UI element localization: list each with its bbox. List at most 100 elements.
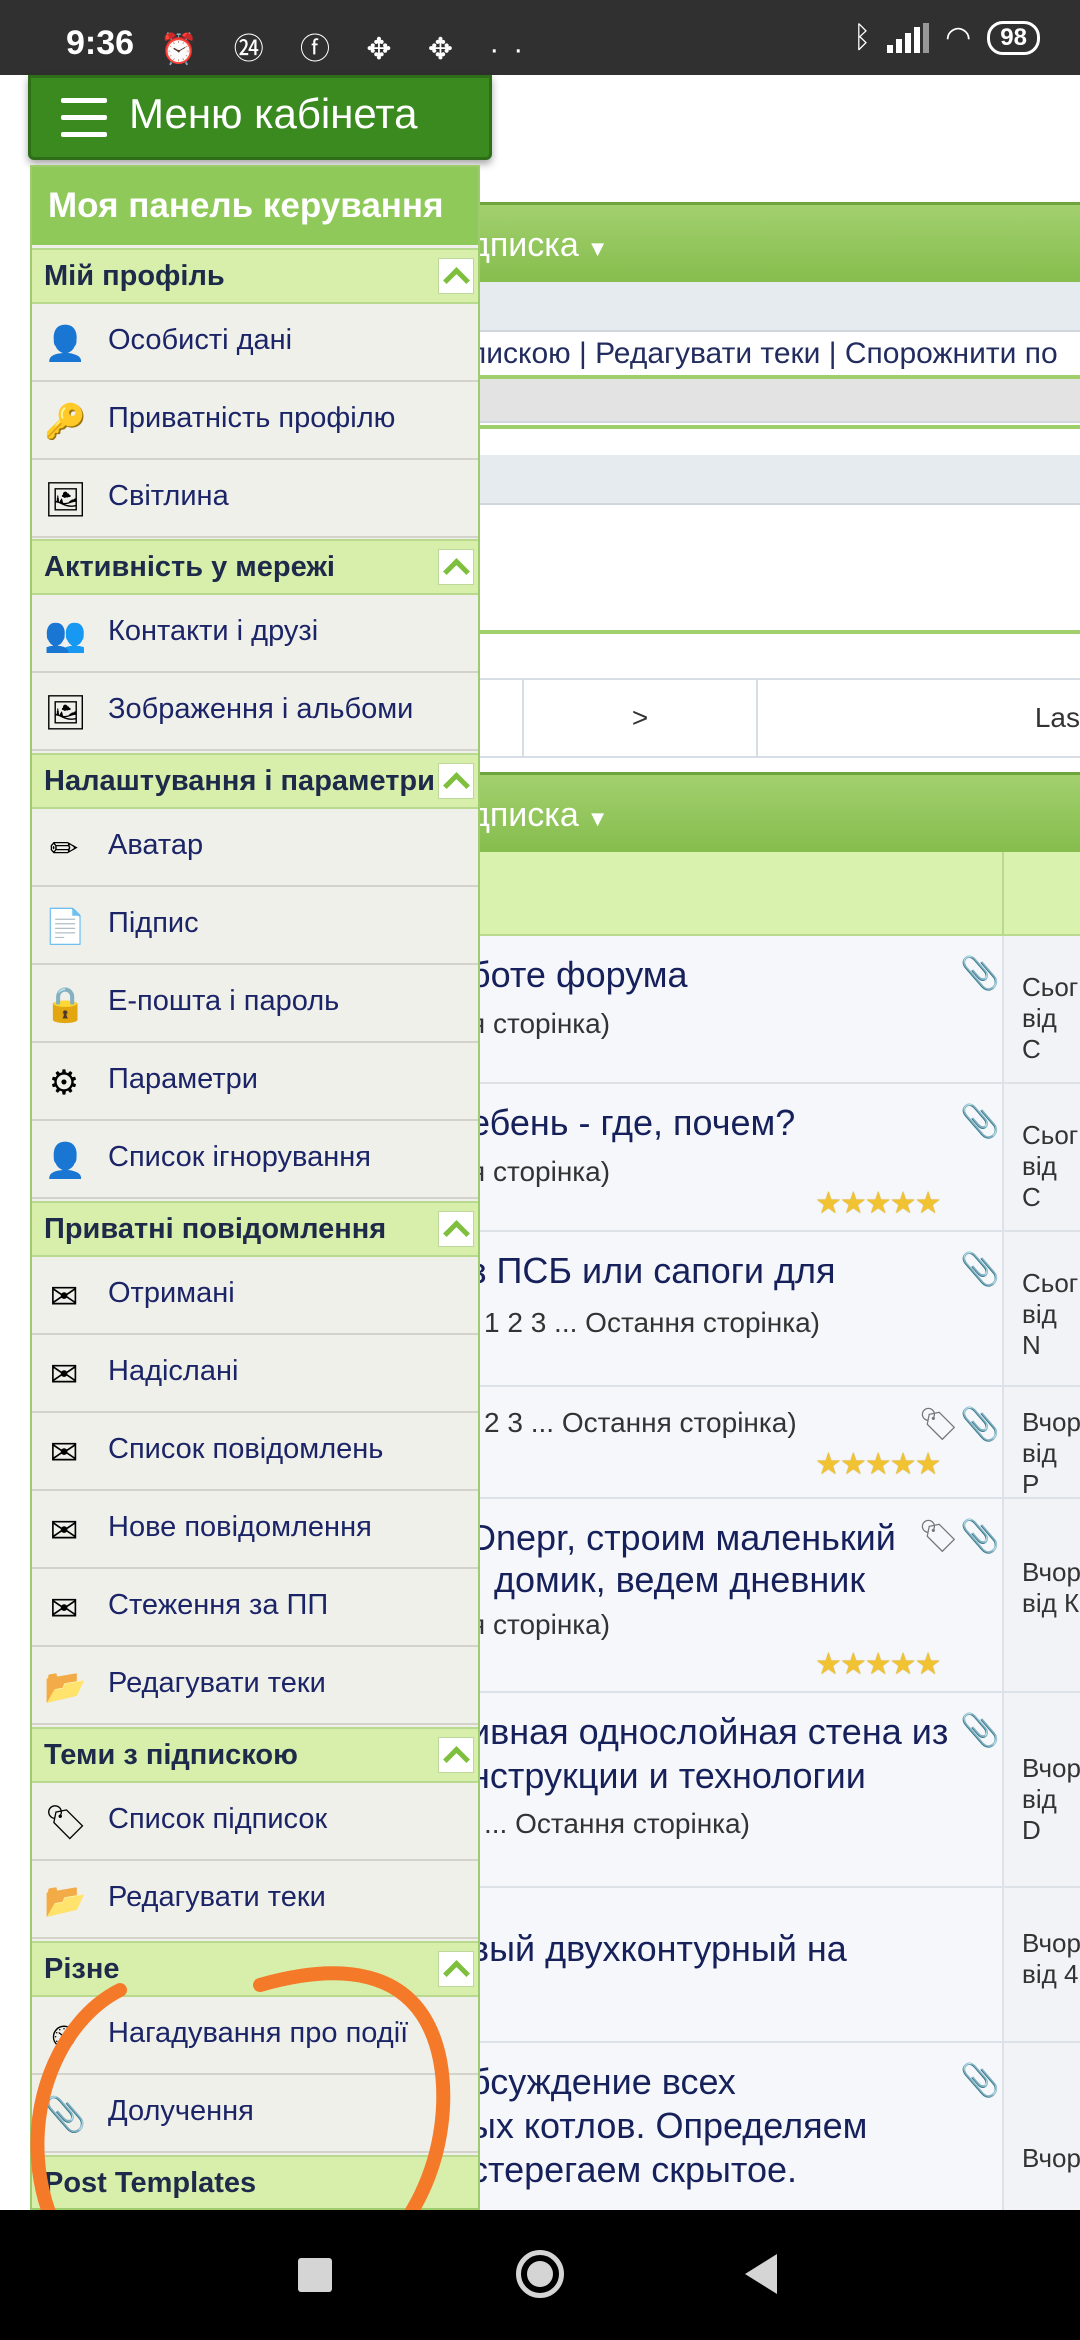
menu-item-pm-tracking[interactable]: ✉ Стеження за ПП [32, 1569, 478, 1647]
menu-item-new-message[interactable]: ✉ Нове повідомлення [32, 1491, 478, 1569]
thread-row[interactable]: бсуждение всех ых котлов. Определяем сте… [470, 2043, 1080, 2223]
pagination-row: > Las [470, 678, 1080, 758]
stripe [470, 282, 1080, 332]
envelope-icon: ✉ [49, 1278, 79, 1316]
home-icon[interactable] [516, 2250, 564, 2298]
divider [470, 375, 1080, 379]
rating-stars-icon: ★★★★★ [815, 1648, 941, 1681]
menu-item-ignore-list[interactable]: 👤 Список ігнорування [32, 1121, 478, 1199]
menu-item-edit-folders[interactable]: 📂 Редагувати теки [32, 1861, 478, 1939]
section-subscribed-threads: Теми з підпискою [32, 1727, 478, 1783]
collapse-icon[interactable] [438, 1737, 474, 1773]
status-bar: 9:36 ⏰ ㉔ ⓕ ✥ ✥ ·· ᛒ ◠ 98 [0, 0, 1080, 75]
document-icon: 📄 [44, 908, 87, 946]
menu-item-avatar[interactable]: ✏ Аватар [32, 809, 478, 887]
section-settings: Налаштування і параметри [32, 753, 478, 809]
lock-icon: 🔒 [44, 986, 87, 1024]
collapse-icon[interactable] [438, 258, 474, 294]
section-private-messages: Приватні повідомлення [32, 1201, 478, 1257]
battery-icon: 98 [987, 20, 1040, 55]
menu-item-profile-privacy[interactable]: 🔑 Приватність профілю [32, 382, 478, 460]
section-misc: Різне [32, 1941, 478, 1997]
stripe [470, 375, 1080, 423]
divider [470, 630, 1080, 634]
image-icon: 🖼 [44, 694, 88, 732]
control-panel-menu: Моя панель керування Мій профіль 👤 Особи… [30, 165, 480, 2210]
collapse-icon[interactable] [438, 763, 474, 799]
attachment-icon: 📎 [960, 1518, 1000, 1554]
status-time: 9:36 [66, 24, 135, 62]
back-icon[interactable] [745, 2254, 777, 2294]
column-header [470, 852, 1080, 936]
reminder-icon: ⏲ [50, 2018, 78, 2056]
envelope-new-icon: ✉ [49, 1512, 79, 1550]
envelope-open-icon: ✉ [49, 1434, 79, 1472]
collapse-icon[interactable] [438, 1951, 474, 1987]
envelope-sent-icon: ✉ [49, 1356, 79, 1394]
menu-item-edit-folders[interactable]: 📂 Редагувати теки [32, 1647, 478, 1725]
thread-row[interactable]: Dnepr, строим маленький домик, ведем дне… [470, 1499, 1080, 1693]
notification-icons: ⏰ ㉔ ⓕ ✥ ✥ ·· [160, 33, 538, 66]
recent-apps-icon[interactable] [298, 2258, 332, 2292]
section-post-templates: Post Templates [32, 2155, 478, 2208]
menu-item-event-reminders[interactable]: ⏲ Нагадування про події [32, 1997, 478, 2075]
last-page-link[interactable]: Las [756, 680, 1080, 756]
menu-item-email-password[interactable]: 🔒 E-пошта і пароль [32, 965, 478, 1043]
photo-icon: 🖼 [44, 481, 88, 519]
menu-item-sent[interactable]: ✉ Надіслані [32, 1335, 478, 1413]
thread-row[interactable]: боте форума я сторінка) 📎 Сьог від С [470, 936, 1080, 1084]
folder-icon: 📂 [44, 1882, 87, 1920]
menu-item-inbox[interactable]: ✉ Отримані [32, 1257, 478, 1335]
menu-item-signature[interactable]: 📄 Підпис [32, 887, 478, 965]
menu-item-images-albums[interactable]: 🖼 Зображення і альбоми [32, 673, 478, 751]
collapse-icon[interactable] [438, 549, 474, 585]
rating-stars-icon: ★★★★★ [815, 1187, 941, 1220]
divider [470, 425, 1080, 429]
gear-icon: ⚙ [48, 1064, 80, 1102]
paperclip-icon: 📎 [44, 2096, 87, 2134]
menu-item-contacts-friends[interactable]: 👥 Контакти і друзі [32, 595, 478, 673]
thread-row[interactable]: з ПСБ или сапоги для 1 2 3 ... Остання с… [470, 1232, 1080, 1387]
attachment-icon: 📎 [960, 1712, 1000, 1748]
menu-item-options[interactable]: ⚙ Параметри [32, 1043, 478, 1121]
rating-stars-icon: ★★★★★ [815, 1448, 941, 1481]
thread-row[interactable]: ивная однослойная стена из нструкции и т… [470, 1693, 1080, 1888]
envelope-track-icon: ✉ [49, 1590, 79, 1628]
wifi-icon: ◠ [945, 21, 972, 54]
tag-icon: 🏷 [918, 1518, 959, 1554]
menu-item-personal-data[interactable]: 👤 Особисті дані [32, 304, 478, 382]
subscription-links[interactable]: пискою | Редагувати теки | Спорожнити по [470, 337, 1080, 371]
next-page-link[interactable]: > [522, 680, 756, 756]
thread-row[interactable]: 2 3 ... Остання сторінка) 🏷 📎 ★★★★★ Вчор… [470, 1387, 1080, 1499]
menu-item-attachments[interactable]: 📎 Долучення [32, 2075, 478, 2153]
collapse-icon[interactable] [438, 1211, 474, 1247]
tag-icon: 🏷 [918, 1406, 959, 1442]
status-right: ᛒ ◠ 98 [853, 20, 1040, 55]
attachment-icon: 📎 [960, 1103, 1000, 1139]
system-nav-bar [0, 2210, 1080, 2340]
attachment-icon: 📎 [960, 1251, 1000, 1287]
user-icon: 👤 [44, 325, 87, 363]
menu-item-subscription-list[interactable]: 🏷 Список підписок [32, 1783, 478, 1861]
subscription-bar-2[interactable]: дписка ▼ [470, 772, 1080, 852]
thread-row[interactable]: ебень - где, почем? я сторінка) 📎 ★★★★★ … [470, 1084, 1080, 1232]
subscription-bar-1[interactable]: дписка ▼ [470, 202, 1080, 282]
menu-item-message-list[interactable]: ✉ Список повідомлень [32, 1413, 478, 1491]
attachment-icon: 📎 [960, 2062, 1000, 2098]
thread-row[interactable]: вый двухконтурный на Вчор від 4 [470, 1888, 1080, 2043]
attachment-icon: 📎 [960, 955, 1000, 991]
signal-icon [887, 22, 930, 53]
hamburger-icon [61, 98, 107, 138]
menu-item-photo[interactable]: 🖼 Світлина [32, 460, 478, 538]
folder-icon: 📂 [44, 1668, 87, 1706]
stripe [470, 455, 1080, 505]
section-network-activity: Активність у мережі [32, 539, 478, 595]
cabinet-menu-button[interactable]: Меню кабінета [28, 75, 492, 160]
user-blocked-icon: 👤 [44, 1142, 87, 1180]
contacts-icon: 👥 [44, 616, 87, 654]
bluetooth-icon: ᛒ [853, 20, 872, 54]
panel-title: Моя панель керування [32, 167, 478, 245]
dropdown-icon: ▼ [586, 806, 609, 831]
attachment-icon: 📎 [960, 1406, 1000, 1442]
pencil-icon: ✏ [49, 830, 79, 868]
